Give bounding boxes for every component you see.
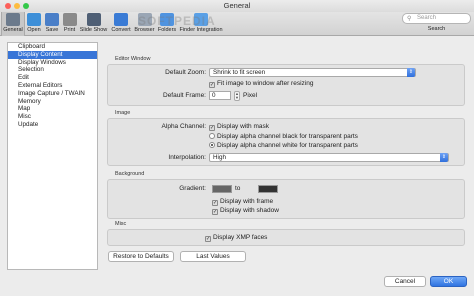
gradient-to-color-well[interactable] <box>258 185 278 193</box>
checkmark-icon: ✓ <box>205 236 211 242</box>
editor-window-group: Default Zoom: Shrink to fit screen ⇕ ✓ Fi… <box>107 64 465 106</box>
gradient-label: Gradient: <box>179 185 206 192</box>
slideshow-icon <box>86 13 101 26</box>
sidebar-item-display-content[interactable]: Display Content <box>8 50 97 59</box>
default-zoom-select[interactable]: Shrink to fit screen ⇕ <box>209 68 416 77</box>
save-icon <box>45 13 59 26</box>
toolbar-convert-button[interactable]: Convert <box>109 12 133 36</box>
display-xmp-checkbox[interactable]: ✓ Display XMP faces <box>205 234 267 242</box>
alpha-black-radio[interactable]: Display alpha channel black for transpar… <box>209 133 358 140</box>
convert-icon <box>114 13 128 26</box>
toolbar-save-button[interactable]: Save <box>43 12 61 36</box>
toolbar: General Open Save Print Slide Show Conve… <box>0 12 474 36</box>
image-group-label: Image <box>115 110 131 116</box>
search-icon: ⚲ <box>407 16 412 22</box>
default-frame-label: Default Frame: <box>163 92 206 99</box>
fit-image-checkbox[interactable]: ✓ Fit image to window after resizing <box>209 80 313 88</box>
window-title: General <box>223 1 251 10</box>
alpha-channel-label: Alpha Channel: <box>161 123 206 130</box>
display-with-shadow-checkbox[interactable]: ✓ Display with shadow <box>212 207 279 215</box>
zoom-window-button[interactable] <box>23 3 29 9</box>
minimize-window-button[interactable] <box>14 3 20 9</box>
default-zoom-label: Default Zoom: <box>165 69 206 76</box>
display-with-frame-checkbox[interactable]: ✓ Display with frame <box>212 198 273 206</box>
misc-group-label: Misc <box>115 221 127 227</box>
chevron-updown-icon: ⇕ <box>407 68 415 77</box>
sidebar-item-clipboard[interactable]: Clipboard <box>8 43 97 51</box>
default-frame-stepper[interactable]: ▲ ▼ <box>234 91 240 101</box>
restore-defaults-button[interactable]: Restore to Defaults <box>108 251 174 262</box>
sidebar-item-external-editors[interactable]: External Editors <box>8 82 97 90</box>
sidebar-item-display-windows[interactable]: Display Windows <box>8 59 97 67</box>
gradient-to-label: to <box>235 185 241 192</box>
toolbar-print-button[interactable]: Print <box>61 12 78 36</box>
default-frame-unit: Pixel <box>243 92 258 99</box>
toolbar-slideshow-button[interactable]: Slide Show <box>78 12 109 36</box>
last-values-button[interactable]: Last Values <box>180 251 246 262</box>
gradient-from-color-well[interactable] <box>212 185 232 193</box>
search-label: Search <box>427 26 446 32</box>
misc-group: ✓ Display XMP faces <box>107 229 465 246</box>
toolbar-general-button[interactable]: General <box>1 12 25 36</box>
open-icon <box>27 13 41 26</box>
category-list: Clipboard Display Content Display Window… <box>7 42 98 270</box>
close-window-button[interactable] <box>5 3 11 9</box>
checkmark-icon: ✓ <box>209 82 215 88</box>
sidebar-item-map[interactable]: Map <box>8 105 97 113</box>
cancel-button[interactable]: Cancel <box>384 276 426 287</box>
ok-button[interactable]: OK <box>430 276 467 287</box>
sidebar-item-image-capture[interactable]: Image Capture / TWAIN <box>8 90 97 98</box>
search-input[interactable]: ⚲ Search <box>402 13 471 24</box>
checkmark-icon: ✓ <box>212 209 218 215</box>
checkmark-icon: ✓ <box>212 200 218 206</box>
print-icon <box>62 13 77 26</box>
editor-window-group-label: Editor Window <box>115 56 151 62</box>
display-with-mask-checkbox[interactable]: ✓ Display with mask <box>209 123 269 131</box>
default-frame-field[interactable]: 0 <box>209 91 231 100</box>
sidebar-item-misc[interactable]: Misc <box>8 113 97 121</box>
watermark: SOFTPEDIA <box>138 14 216 28</box>
checkmark-icon: ✓ <box>209 125 215 131</box>
sidebar-item-selection[interactable]: Selection <box>8 66 97 74</box>
title-bar: General <box>0 0 474 12</box>
sidebar-item-edit[interactable]: Edit <box>8 74 97 82</box>
interpolation-select[interactable]: High ⇕ <box>209 153 449 162</box>
sidebar-item-memory[interactable]: Memory <box>8 98 97 106</box>
chevron-updown-icon: ⇕ <box>440 153 448 162</box>
image-group: Alpha Channel: ✓ Display with mask Displa… <box>107 118 465 166</box>
general-icon <box>6 13 20 26</box>
background-group-label: Background <box>115 171 145 177</box>
alpha-white-radio[interactable]: Display alpha channel white for transpar… <box>209 142 358 149</box>
interpolation-label: Interpolation: <box>168 154 206 161</box>
settings-pane: Editor Window Default Zoom: Shrink to fi… <box>107 42 465 270</box>
toolbar-open-button[interactable]: Open <box>25 12 43 36</box>
sidebar-item-update[interactable]: Update <box>8 121 97 129</box>
background-group: Gradient: to ✓ Display with frame ✓ Displa… <box>107 179 465 219</box>
